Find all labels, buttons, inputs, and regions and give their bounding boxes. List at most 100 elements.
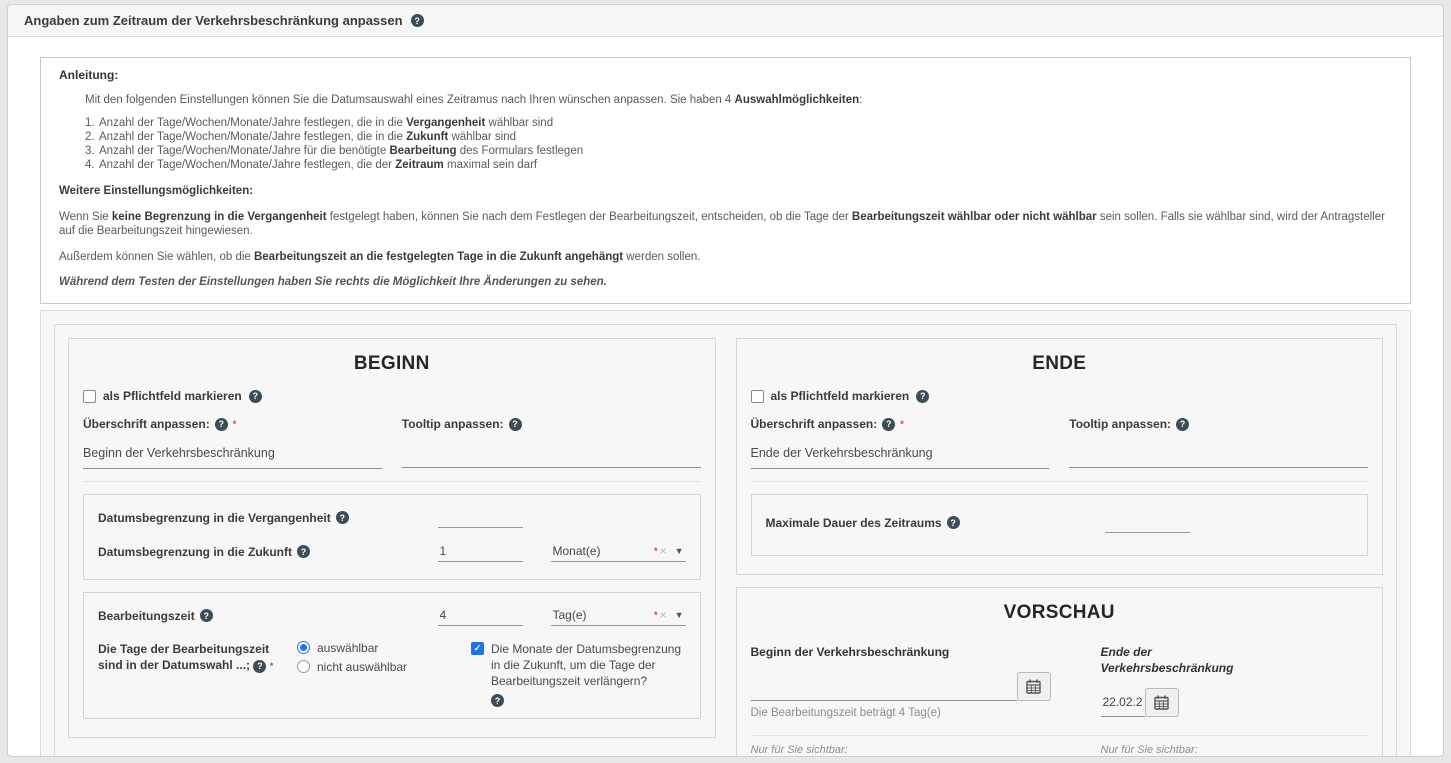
help-icon[interactable]: ? xyxy=(200,609,213,622)
extend-checkbox-label: Die Monate der Datumsbegrenzung in die Z… xyxy=(491,642,681,688)
radio-selectable[interactable]: auswählbar xyxy=(297,641,457,655)
required-asterisk: * xyxy=(654,608,658,622)
required-asterisk: * xyxy=(233,417,237,431)
divider xyxy=(751,735,1369,736)
instructions-paragraph: Außerdem können Sie wählen, ob die Bearb… xyxy=(59,250,1392,264)
beginn-required-checkbox-row: als Pflichtfeld markieren ? xyxy=(83,389,701,403)
vorschau-title: VORSCHAU xyxy=(751,602,1369,624)
future-limit-label: Datumsbegrenzung in die Zukunft xyxy=(98,545,292,559)
beginn-panel: BEGINN als Pflichtfeld markieren ? Übers… xyxy=(68,338,716,738)
preview-begin-field: Beginn der Verkehrsbeschränkung xyxy=(751,644,1051,719)
max-duration-input[interactable] xyxy=(1105,512,1190,533)
help-icon[interactable]: ? xyxy=(253,660,266,673)
visibility-note: Nur für Sie sichtbar: xyxy=(751,744,1051,757)
help-icon[interactable]: ? xyxy=(336,511,349,524)
divider xyxy=(751,481,1369,482)
right-column: ENDE als Pflichtfeld markieren ? Übersch… xyxy=(736,338,1384,757)
visibility-note: Nur für Sie sichtbar: xyxy=(1101,744,1213,757)
clear-icon[interactable]: × xyxy=(660,544,667,558)
radio-unselected-icon[interactable] xyxy=(297,660,310,673)
help-icon[interactable]: ? xyxy=(491,694,504,707)
vorschau-inputs: Beginn der Verkehrsbeschränkung xyxy=(751,644,1369,719)
future-limit-input[interactable] xyxy=(438,541,523,562)
ende-tooltip-input[interactable] xyxy=(1069,431,1368,468)
ende-required-checkbox[interactable] xyxy=(751,390,764,403)
preview-end-info: Nur für Sie sichtbar: Maximale Dauer des… xyxy=(1101,744,1213,757)
chevron-down-icon[interactable]: ▼ xyxy=(675,610,684,620)
preview-begin-date-input[interactable] xyxy=(751,672,1017,701)
ende-title: ENDE xyxy=(751,353,1369,375)
ende-tooltip-field: Tooltip anpassen: ? xyxy=(1069,417,1368,468)
beginn-fields: Überschrift anpassen: ? * Tooltip anpass… xyxy=(83,417,701,468)
ende-heading-input[interactable] xyxy=(751,432,1050,469)
instructions-paragraph: Wenn Sie keine Begrenzung in die Vergang… xyxy=(59,210,1392,239)
radio-not-selectable[interactable]: nicht auswählbar xyxy=(297,660,457,674)
more-settings-title: Weitere Einstellungsmöglichkeiten: xyxy=(59,184,1392,198)
instructions-title: Anleitung: xyxy=(59,68,1392,83)
past-limit-row: Datumsbegrenzung in die Vergangenheit ? xyxy=(98,501,686,535)
past-limit-label: Datumsbegrenzung in die Vergangenheit xyxy=(98,511,331,525)
preview-end-field: Ende der Verkehrsbeschränkung xyxy=(1101,644,1213,719)
extend-checkbox[interactable]: ✓ xyxy=(471,642,484,655)
past-limit-input[interactable] xyxy=(438,507,523,528)
processing-unit-value: Tag(e) xyxy=(553,608,655,622)
instructions-note: Während dem Testen der Einstellungen hab… xyxy=(59,275,1392,289)
beginn-title: BEGINN xyxy=(83,353,701,375)
clear-icon[interactable]: × xyxy=(660,608,667,622)
ende-tooltip-label: Tooltip anpassen: xyxy=(1069,417,1171,431)
chevron-down-icon[interactable]: ▼ xyxy=(675,546,684,556)
beginn-required-checkbox[interactable] xyxy=(83,390,96,403)
required-asterisk: * xyxy=(900,417,904,431)
beginn-tooltip-input[interactable] xyxy=(402,431,701,468)
help-icon[interactable]: ? xyxy=(411,14,424,27)
required-asterisk: * xyxy=(270,661,274,671)
help-icon[interactable]: ? xyxy=(882,418,895,431)
extend-checkbox-block: ✓ Die Monate der Datumsbegrenzung in die… xyxy=(471,641,686,708)
date-limit-box: Datumsbegrenzung in die Vergangenheit ? … xyxy=(83,494,701,580)
settings-outer-wrapper: BEGINN als Pflichtfeld markieren ? Übers… xyxy=(40,310,1411,757)
beginn-required-checkbox-label: als Pflichtfeld markieren xyxy=(103,389,242,403)
beginn-tooltip-label: Tooltip anpassen: xyxy=(402,417,504,431)
ende-fields: Überschrift anpassen: ? * Tooltip anpass… xyxy=(751,417,1369,468)
list-item: 1. Anzahl der Tage/Wochen/Monate/Jahre f… xyxy=(85,116,1392,130)
ende-heading-label: Überschrift anpassen: xyxy=(751,417,878,431)
help-icon[interactable]: ? xyxy=(1176,418,1189,431)
future-limit-unit-value: Monat(e) xyxy=(553,544,655,558)
page-title: Angaben zum Zeitraum der Verkehrsbeschrä… xyxy=(24,13,403,28)
future-limit-unit-select[interactable]: Monat(e) * × ▼ xyxy=(551,541,686,562)
calendar-icon xyxy=(1154,695,1169,710)
help-icon[interactable]: ? xyxy=(297,545,310,558)
help-icon[interactable]: ? xyxy=(249,390,262,403)
beginn-heading-label: Überschrift anpassen: xyxy=(83,417,210,431)
preview-begin-calendar-button[interactable] xyxy=(1017,672,1051,701)
preview-end-date-input[interactable] xyxy=(1101,688,1145,717)
beginn-heading-field: Überschrift anpassen: ? * xyxy=(83,417,382,468)
processing-time-row: Bearbeitungszeit ? Tag(e) * × ▼ xyxy=(98,599,686,633)
ende-heading-field: Überschrift anpassen: ? * xyxy=(751,417,1050,468)
selectable-radio-group: auswählbar nicht auswählbar xyxy=(297,641,457,679)
vorschau-panel: VORSCHAU Beginn der Verkehrsbeschränkung xyxy=(736,587,1384,757)
settings-inner-wrapper: BEGINN als Pflichtfeld markieren ? Übers… xyxy=(54,324,1397,757)
help-icon[interactable]: ? xyxy=(215,418,228,431)
settings-card: Angaben zum Zeitraum der Verkehrsbeschrä… xyxy=(7,4,1444,757)
help-icon[interactable]: ? xyxy=(916,390,929,403)
beginn-tooltip-field: Tooltip anpassen: ? xyxy=(402,417,701,468)
list-item: 2. Anzahl der Tage/Wochen/Monate/Jahre f… xyxy=(85,130,1392,144)
instructions-list: 1. Anzahl der Tage/Wochen/Monate/Jahre f… xyxy=(85,116,1392,172)
beginn-heading-input[interactable] xyxy=(83,432,382,469)
max-duration-box: Maximale Dauer des Zeitraums ? xyxy=(751,494,1369,556)
selectable-choice-row: Die Tage der Bearbeitungszeit sind in de… xyxy=(98,633,686,708)
preview-begin-info: Nur für Sie sichtbar: Zeitraum in die Ve… xyxy=(751,744,1051,757)
radio-not-selectable-label: nicht auswählbar xyxy=(317,660,407,674)
ende-required-checkbox-label: als Pflichtfeld markieren xyxy=(771,389,910,403)
processing-time-label: Bearbeitungszeit xyxy=(98,609,195,623)
help-icon[interactable]: ? xyxy=(509,418,522,431)
radio-selectable-label: auswählbar xyxy=(317,641,378,655)
ende-panel: ENDE als Pflichtfeld markieren ? Übersch… xyxy=(736,338,1384,574)
help-icon[interactable]: ? xyxy=(947,516,960,529)
preview-end-calendar-button[interactable] xyxy=(1145,688,1179,717)
processing-unit-select[interactable]: Tag(e) * × ▼ xyxy=(551,605,686,626)
radio-selected-icon[interactable] xyxy=(297,641,310,654)
processing-time-box: Bearbeitungszeit ? Tag(e) * × ▼ xyxy=(83,592,701,719)
processing-time-input[interactable] xyxy=(438,605,523,626)
